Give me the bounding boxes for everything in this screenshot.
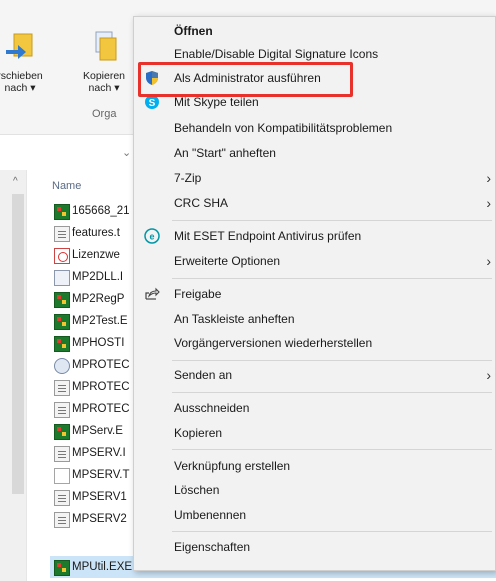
- file-name: MPSERV1: [72, 491, 127, 503]
- menu-item-label: 7-Zip: [174, 171, 202, 185]
- navigation-pane-scrollbar[interactable]: ^: [0, 170, 27, 581]
- menu-item-copy[interactable]: Kopieren: [134, 421, 495, 445]
- menu-item-eset-scan[interactable]: e Mit ESET Endpoint Antivirus prüfen: [134, 224, 495, 248]
- menu-item-share[interactable]: Freigabe: [134, 282, 495, 306]
- menu-item-create-shortcut[interactable]: Verknüpfung erstellen: [134, 454, 495, 478]
- menu-item-label: CRC SHA: [174, 196, 229, 210]
- file-name: MPUtil.EXE: [72, 561, 133, 573]
- copy-to-icon: [95, 31, 117, 61]
- menu-item-label: Eigenschaften: [174, 540, 251, 554]
- menu-item-properties[interactable]: Eigenschaften: [134, 535, 495, 559]
- highlight-annotation-box: [138, 62, 353, 97]
- file-name: MPSERV.I: [72, 447, 126, 459]
- menu-item-label: An "Start" anheften: [174, 146, 276, 160]
- menu-item-7zip[interactable]: 7-Zip ›: [134, 166, 495, 190]
- file-name: MP2Test.E: [72, 315, 128, 327]
- file-name: MPSERV.T: [72, 469, 130, 481]
- menu-item-pin-to-taskbar[interactable]: An Taskleiste anheften: [134, 307, 495, 331]
- menu-item-pin-to-start[interactable]: An "Start" anheften: [134, 141, 495, 165]
- exe-file-icon: [54, 336, 70, 352]
- menu-item-label: Vorgängerversionen wiederherstellen: [174, 336, 373, 350]
- menu-item-label: Umbenennen: [174, 508, 247, 522]
- file-name: MPROTEC: [72, 403, 130, 415]
- text-file-icon: [54, 446, 70, 462]
- text-file-icon: [54, 402, 70, 418]
- menu-item-label: An Taskleiste anheften: [174, 312, 295, 326]
- file-name: MPROTEC: [72, 359, 130, 371]
- exe-file-icon: [54, 292, 70, 308]
- file-name: MP2DLL.I: [72, 271, 124, 283]
- menu-separator: [172, 360, 492, 361]
- move-to-icon: [6, 33, 33, 59]
- menu-item-restore-previous[interactable]: Vorgängerversionen wiederherstellen: [134, 331, 495, 355]
- menu-item-cut[interactable]: Ausschneiden: [134, 396, 495, 420]
- scrollbar-thumb[interactable]: [12, 194, 24, 494]
- submenu-arrow-icon: ›: [486, 170, 491, 186]
- menu-separator: [172, 449, 492, 450]
- move-to-label: rschieben nach ▾: [0, 70, 43, 94]
- menu-item-rename[interactable]: Umbenennen: [134, 503, 495, 527]
- menu-item-label: Mit ESET Endpoint Antivirus prüfen: [174, 229, 362, 243]
- menu-item-compatibility[interactable]: Behandeln von Kompatibilitätsproblemen: [134, 116, 495, 140]
- exe-file-icon: [54, 560, 70, 576]
- file-name: MPROTEC: [72, 381, 130, 393]
- text-file-icon: [54, 380, 70, 396]
- move-to-button[interactable]: rschieben nach ▾: [0, 30, 48, 104]
- text-file-icon: [54, 226, 70, 242]
- pdf-file-icon: [54, 248, 70, 264]
- eset-icon: e: [144, 228, 160, 244]
- text-file-icon: [54, 512, 70, 528]
- context-menu: Öffnen Enable/Disable Digital Signature …: [133, 16, 496, 571]
- text-file-icon: [54, 490, 70, 506]
- scroll-up-icon[interactable]: ^: [13, 176, 18, 187]
- file-name: MPHOSTI: [72, 337, 125, 349]
- file-name: 165668_21: [72, 205, 130, 217]
- file-name: MPServ.E: [72, 425, 123, 437]
- menu-item-advanced-options[interactable]: Erweiterte Optionen ›: [134, 249, 495, 273]
- menu-separator: [172, 220, 492, 221]
- submenu-arrow-icon: ›: [486, 253, 491, 269]
- menu-item-label: Verknüpfung erstellen: [174, 459, 291, 473]
- svg-text:S: S: [149, 98, 156, 109]
- share-icon: [145, 287, 160, 300]
- menu-item-label: Ausschneiden: [174, 401, 250, 415]
- copy-to-button[interactable]: Kopieren nach ▾: [76, 30, 132, 104]
- menu-item-label: Öffnen: [174, 24, 213, 38]
- blank-file-icon: [54, 468, 70, 484]
- file-name: MPSERV2: [72, 513, 127, 525]
- submenu-arrow-icon: ›: [486, 195, 491, 211]
- menu-separator: [172, 531, 492, 532]
- copy-to-label: Kopieren nach ▾: [82, 70, 126, 94]
- ribbon-collapse-chevron-icon[interactable]: ⌄: [122, 146, 131, 159]
- menu-item-delete[interactable]: Löschen: [134, 478, 495, 502]
- dll-file-icon: [54, 270, 70, 286]
- exe-file-icon: [54, 424, 70, 440]
- menu-separator: [172, 278, 492, 279]
- menu-item-label: Behandeln von Kompatibilitätsproblemen: [174, 121, 393, 135]
- menu-item-label: Kopieren: [174, 426, 223, 440]
- file-name: MP2RegP: [72, 293, 125, 305]
- file-name: features.t: [72, 227, 120, 239]
- exe-file-icon: [54, 314, 70, 330]
- menu-item-open[interactable]: Öffnen: [134, 19, 495, 43]
- ribbon-group-organize-label: Orga: [92, 108, 117, 120]
- menu-item-label: Freigabe: [174, 287, 222, 301]
- menu-item-label: Erweiterte Optionen: [174, 254, 281, 268]
- menu-item-label: Löschen: [174, 483, 220, 497]
- exe-file-icon: [54, 204, 70, 220]
- menu-separator: [172, 392, 492, 393]
- menu-item-send-to[interactable]: Senden an ›: [134, 363, 495, 387]
- submenu-arrow-icon: ›: [486, 367, 491, 383]
- svg-text:e: e: [149, 232, 154, 242]
- file-name: Lizenzwe: [72, 249, 120, 261]
- column-header-name[interactable]: Name: [52, 180, 81, 192]
- config-file-icon: [54, 358, 70, 374]
- menu-item-label: Senden an: [174, 368, 233, 382]
- menu-item-crc-sha[interactable]: CRC SHA ›: [134, 191, 495, 215]
